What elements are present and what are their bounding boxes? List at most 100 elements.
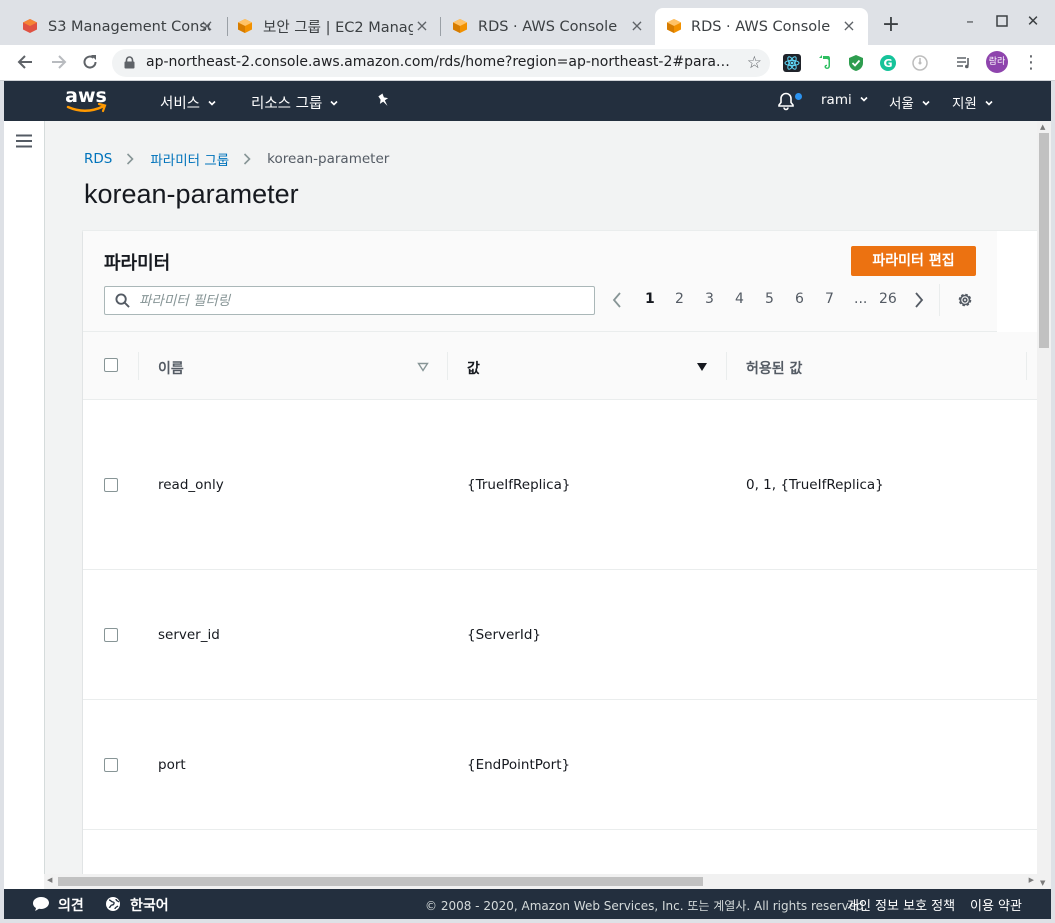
column-divider <box>447 352 448 380</box>
browser-menu-icon[interactable]: ⋮ <box>1022 53 1040 73</box>
page-2[interactable]: 2 <box>675 291 684 307</box>
grammarly-icon[interactable]: G <box>879 54 897 72</box>
page-ellipsis: ... <box>854 291 868 307</box>
close-tab-icon[interactable]: × <box>413 17 431 35</box>
profile-avatar[interactable]: 람라 <box>986 51 1008 73</box>
row-checkbox[interactable] <box>104 478 118 492</box>
chevron-right-icon[interactable] <box>914 292 924 308</box>
address-bar[interactable]: ap-northeast-2.console.aws.amazon.com/rd… <box>112 49 770 77</box>
browser-tab-rds-active[interactable]: RDS · AWS Console × <box>655 8 868 45</box>
svg-text:G: G <box>883 57 892 70</box>
new-tab-icon[interactable]: + <box>879 14 903 38</box>
column-header-name[interactable]: 이름 <box>158 358 184 378</box>
chevron-left-icon[interactable] <box>612 292 622 308</box>
aws-logo[interactable]: aws <box>64 85 108 117</box>
pagination-divider <box>939 284 940 316</box>
copyright-text: © 2008 - 2020, Amazon Web Services, Inc.… <box>425 899 868 913</box>
hamburger-menu-icon[interactable] <box>16 134 32 148</box>
react-devtools-icon[interactable] <box>783 54 801 72</box>
horizontal-scroll-thumb[interactable] <box>58 877 703 886</box>
support-label: 지원 <box>952 96 977 112</box>
evernote-icon[interactable] <box>815 54 833 72</box>
browser-toolbar: ap-northeast-2.console.aws.amazon.com/rd… <box>0 45 1055 81</box>
browser-tab-ec2[interactable]: 보안 그룹 | EC2 Management Console × <box>215 8 441 45</box>
column-header-value[interactable]: 값 <box>467 358 480 378</box>
resource-groups-menu[interactable]: 리소스 그룹 <box>251 92 338 113</box>
shield-extension-icon[interactable] <box>847 54 865 72</box>
services-menu[interactable]: 서비스 <box>160 92 216 113</box>
horizontal-scrollbar[interactable]: ◀ ▶ <box>44 874 1037 889</box>
back-arrow-icon[interactable] <box>14 51 36 73</box>
region-menu[interactable]: 서울 <box>889 92 930 112</box>
page-4[interactable]: 4 <box>735 291 744 307</box>
edit-parameters-button[interactable]: 파라미터 편집 <box>851 246 976 276</box>
forward-arrow-icon[interactable] <box>48 51 70 73</box>
scroll-down-icon[interactable]: ▼ <box>1040 879 1045 887</box>
chevron-down-icon <box>860 96 868 102</box>
sort-descending-icon[interactable] <box>696 362 708 372</box>
console-footer: 의견 한국어 © 2008 - 2020, Amazon Web Service… <box>4 889 1051 919</box>
aws-console-nav: aws 서비스 리소스 그룹 rami 서울 지원 <box>4 81 1051 121</box>
pin-icon[interactable] <box>376 93 392 109</box>
close-window-icon[interactable]: ✕ <box>1025 12 1041 30</box>
aws-s3-icon <box>23 19 37 33</box>
maximize-icon[interactable] <box>994 12 1010 30</box>
vertical-scrollbar[interactable]: ▲ ▼ <box>1037 121 1051 889</box>
select-all-checkbox[interactable] <box>104 358 118 372</box>
page-5[interactable]: 5 <box>765 291 774 307</box>
browser-tab-s3[interactable]: S3 Management Console × <box>0 8 226 45</box>
browser-tab-rds-1[interactable]: RDS · AWS Console × <box>430 8 656 45</box>
bell-icon[interactable] <box>776 91 796 111</box>
breadcrumb-parameter-groups-link[interactable]: 파라미터 그룹 <box>150 149 229 169</box>
table-header: 이름 값 허용된 값 <box>83 332 1037 400</box>
page-content: RDS 파라미터 그룹 korean-parameter korean-para… <box>4 121 1037 889</box>
support-menu[interactable]: 지원 <box>952 92 993 112</box>
scroll-up-icon[interactable]: ▲ <box>1040 123 1045 131</box>
scroll-left-icon[interactable]: ◀ <box>47 876 52 884</box>
column-divider <box>726 352 727 380</box>
table-row[interactable]: read_only {TrueIfReplica} 0, 1, {TrueIfR… <box>83 400 1037 570</box>
lock-icon <box>124 56 135 69</box>
row-checkbox[interactable] <box>104 628 118 642</box>
table-row[interactable]: port {EndPointPort} <box>83 700 1037 830</box>
panel-header: 파라미터 파라미터 편집 1 2 3 4 5 6 7 ... 26 <box>83 231 997 332</box>
close-tab-icon[interactable]: × <box>198 17 216 35</box>
table-row[interactable]: server_id {ServerId} <box>83 570 1037 700</box>
media-control-icon[interactable] <box>955 54 973 72</box>
reload-icon[interactable] <box>79 51 101 73</box>
feedback-link[interactable]: 의견 <box>58 895 84 915</box>
terms-of-use-link[interactable]: 이용 약관 <box>970 895 1022 914</box>
notification-badge <box>795 93 802 100</box>
user-menu[interactable]: rami <box>821 92 868 108</box>
sort-triangle-icon[interactable] <box>417 362 429 372</box>
url-text: ap-northeast-2.console.aws.amazon.com/rd… <box>146 54 731 70</box>
parameters-panel: 파라미터 파라미터 편집 1 2 3 4 5 6 7 ... 26 <box>83 231 1037 889</box>
bookmark-star-icon[interactable]: ☆ <box>747 53 762 73</box>
parameter-name: server_id <box>158 627 220 643</box>
timer-extension-icon[interactable] <box>911 54 929 72</box>
page-6[interactable]: 6 <box>795 291 804 307</box>
page-title: korean-parameter <box>84 179 299 209</box>
vertical-scroll-thumb[interactable] <box>1039 133 1049 348</box>
scroll-right-icon[interactable]: ▶ <box>1029 876 1034 884</box>
row-checkbox[interactable] <box>104 758 118 772</box>
tab-title: 보안 그룹 | EC2 Management Console <box>263 20 413 36</box>
column-divider <box>1026 352 1027 380</box>
filter-parameters-input[interactable] <box>139 291 579 311</box>
language-selector[interactable]: 한국어 <box>130 895 169 915</box>
page-3[interactable]: 3 <box>705 291 714 307</box>
breadcrumb-rds-link[interactable]: RDS <box>84 151 112 167</box>
close-tab-icon[interactable]: × <box>628 17 646 35</box>
parameter-value: {EndPointPort} <box>467 757 571 773</box>
side-navigation-rail <box>4 121 45 889</box>
page-7[interactable]: 7 <box>825 291 834 307</box>
filter-input-box[interactable] <box>104 286 595 315</box>
column-header-allowed-values[interactable]: 허용된 값 <box>746 358 802 378</box>
minimize-icon[interactable]: – <box>962 12 978 30</box>
parameter-name: port <box>158 757 186 773</box>
gear-icon[interactable] <box>956 291 974 309</box>
privacy-policy-link[interactable]: 개인 정보 보호 정책 <box>847 895 955 914</box>
close-tab-icon[interactable]: × <box>840 17 858 35</box>
page-last[interactable]: 26 <box>879 291 897 307</box>
page-1[interactable]: 1 <box>645 291 655 307</box>
